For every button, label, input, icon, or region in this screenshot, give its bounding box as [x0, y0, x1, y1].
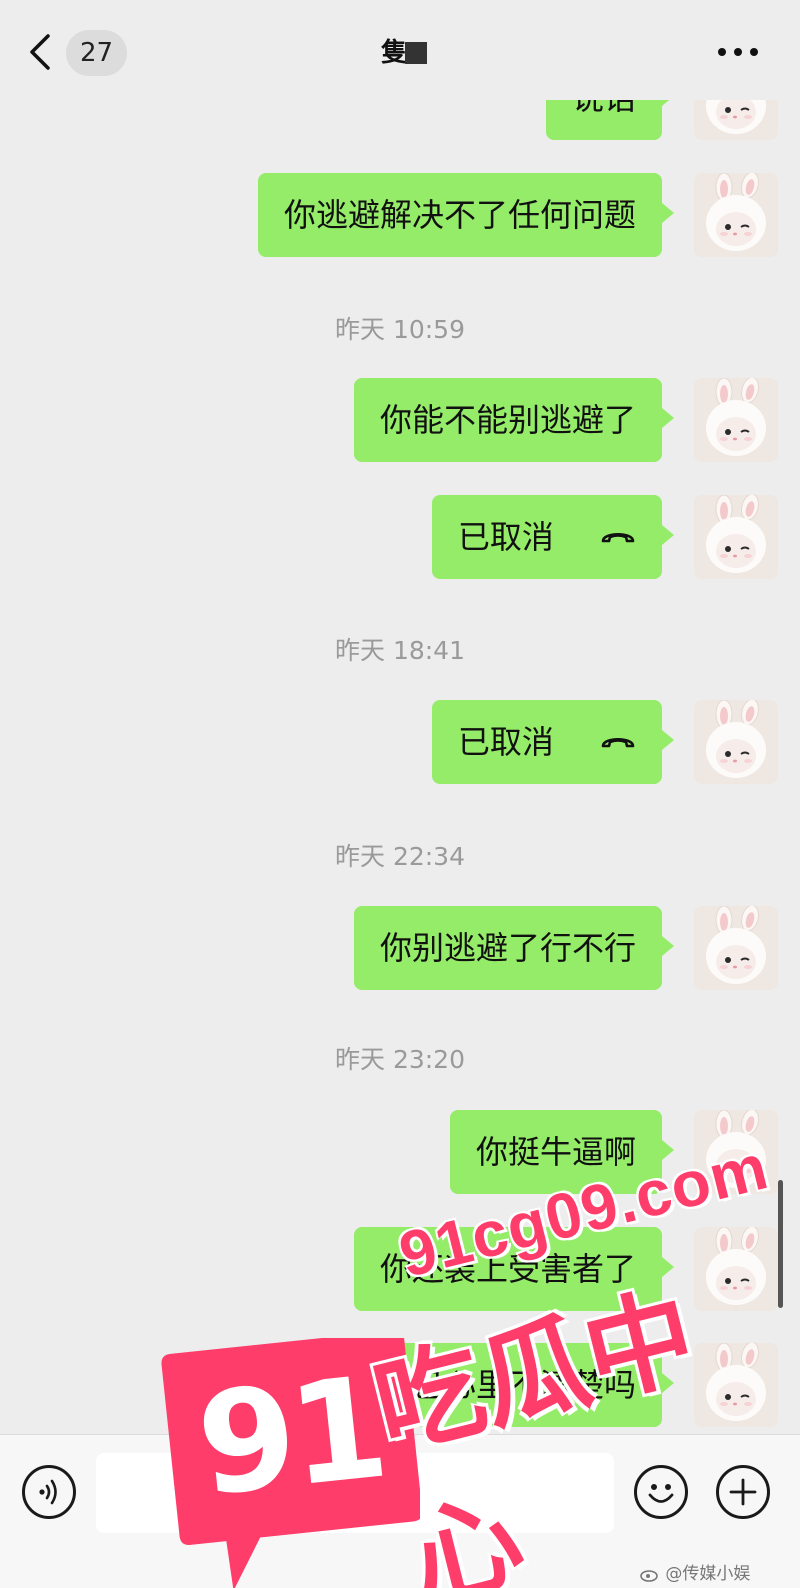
more-button[interactable] — [718, 36, 758, 68]
avatar[interactable] — [694, 495, 778, 579]
unread-count-badge[interactable]: 27 — [66, 30, 128, 76]
message-bubble[interactable]: 说话 — [545, 100, 675, 140]
hangup-phone-icon — [601, 532, 635, 543]
cat-avatar-icon — [694, 173, 778, 257]
contact-name: 隻· — [381, 38, 419, 68]
avatar[interactable] — [694, 173, 778, 257]
scrollbar[interactable] — [778, 1180, 783, 1308]
voice-icon — [39, 1479, 57, 1505]
timestamp: 昨天 22:34 — [335, 842, 465, 871]
hangup-phone-icon — [601, 737, 635, 748]
cat-avatar-icon — [694, 100, 778, 140]
chevron-left-icon — [30, 34, 50, 70]
message-bubble[interactable]: 你逃避解决不了任何问题 — [257, 173, 675, 257]
cat-avatar-icon — [694, 495, 778, 579]
back-button[interactable] — [28, 30, 60, 74]
cat-avatar-icon — [694, 378, 778, 462]
chat-header: 27 隻· — [0, 0, 800, 100]
timestamp: 昨天 23:20 — [335, 1045, 465, 1074]
call-cancelled-bubble[interactable]: 已取消 — [431, 495, 675, 579]
timestamp: 昨天 10:59 — [335, 315, 465, 344]
voice-button[interactable] — [22, 1465, 76, 1519]
timestamp: 昨天 18:41 — [335, 636, 465, 665]
message-bubble[interactable]: 你别逃避了行不行 — [353, 906, 675, 990]
cat-avatar-icon — [694, 906, 778, 990]
name-mosaic — [405, 42, 427, 64]
call-cancelled-bubble[interactable]: 已取消 — [431, 700, 675, 784]
more-icon — [718, 48, 726, 56]
cat-avatar-icon — [694, 700, 778, 784]
avatar[interactable] — [694, 378, 778, 462]
avatar[interactable] — [694, 906, 778, 990]
avatar[interactable] — [694, 700, 778, 784]
message-bubble[interactable]: 你能不能别逃避了 — [353, 378, 675, 462]
avatar[interactable] — [694, 100, 778, 140]
